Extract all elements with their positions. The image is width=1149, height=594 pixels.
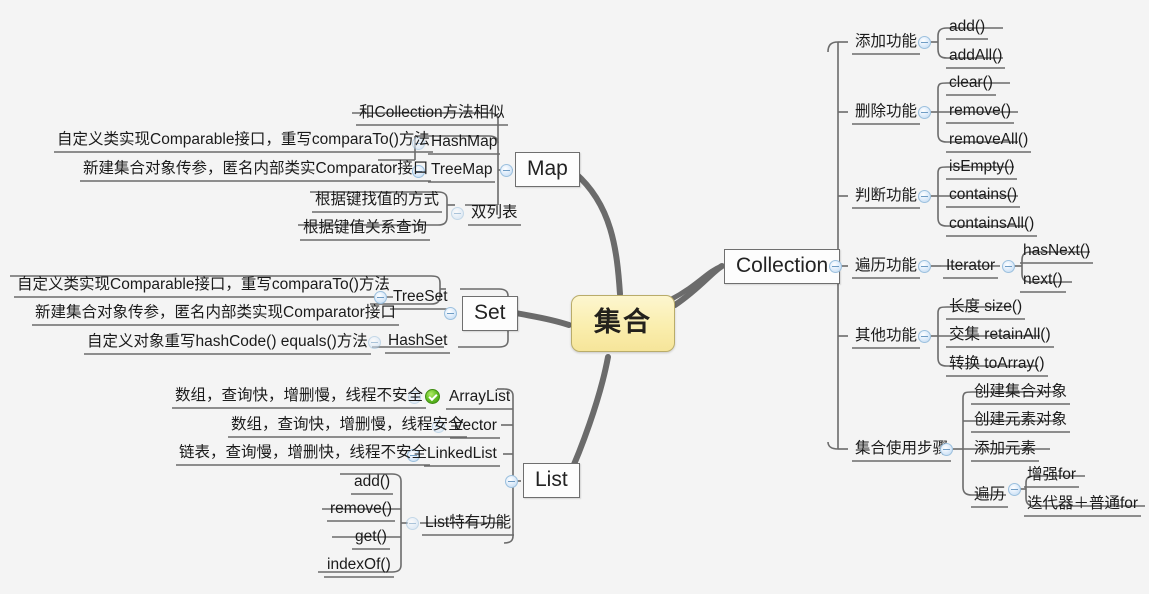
leaf-contains[interactable]: contains() (946, 187, 1020, 206)
leaf-size[interactable]: 长度 size() (946, 299, 1025, 318)
node-hashset[interactable]: HashSet (385, 333, 450, 352)
node-set[interactable]: Set (462, 296, 518, 331)
group-label-iterate[interactable]: 遍历功能 (852, 258, 920, 277)
collapse-icon-set[interactable] (444, 307, 457, 320)
node-list[interactable]: List (523, 463, 580, 498)
group-label-judge[interactable]: 判断功能 (852, 188, 920, 207)
leaf-retain-all[interactable]: 交集 retainAll() (946, 327, 1054, 346)
node-linkedlist[interactable]: LinkedList (424, 446, 500, 465)
leaf-has-next[interactable]: hasNext() (1020, 243, 1093, 262)
central-topic[interactable]: 集合 (571, 295, 675, 352)
group-label-remove[interactable]: 删除功能 (852, 104, 920, 123)
check-icon-arraylist (425, 389, 440, 404)
leaf-remove[interactable]: remove() (946, 103, 1014, 122)
group-label-traverse[interactable]: 遍历 (971, 487, 1008, 506)
group-label-list-special[interactable]: List特有功能 (422, 515, 514, 534)
node-dual-list[interactable]: 双列表 (468, 205, 521, 224)
note-treemap[interactable]: 新建集合对象传参，匿名内部类实Comparator接口 (80, 161, 431, 180)
leaf-contains-all[interactable]: containsAll() (946, 216, 1037, 235)
collapse-icon-judge[interactable] (918, 190, 931, 203)
collapse-icon-iterator[interactable] (1002, 260, 1015, 273)
collapse-icon-steps[interactable] (940, 443, 953, 456)
leaf-remove-all[interactable]: removeAll() (946, 132, 1031, 151)
collapse-icon-traverse[interactable] (1008, 483, 1021, 496)
note-vector[interactable]: 数组，查询快，增删慢，线程安全 (228, 417, 467, 436)
collapse-icon-remove[interactable] (918, 106, 931, 119)
leaf-list-remove[interactable]: remove() (327, 501, 395, 520)
node-iterator[interactable]: Iterator (943, 258, 998, 277)
node-treeset[interactable]: TreeSet (390, 289, 451, 308)
collapse-icon-collection[interactable] (829, 260, 842, 273)
node-hashmap[interactable]: HashMap (428, 134, 500, 153)
leaf-enhanced-for[interactable]: 增强for (1024, 467, 1079, 486)
node-treemap[interactable]: TreeMap (428, 162, 495, 181)
collapse-icon-list[interactable] (505, 475, 518, 488)
node-map[interactable]: Map (515, 152, 580, 187)
leaf-list-index-of[interactable]: indexOf() (324, 557, 394, 576)
node-arraylist[interactable]: ArrayList (446, 389, 513, 408)
node-collection[interactable]: Collection (724, 249, 841, 284)
leaf-is-empty[interactable]: isEmpty() (946, 159, 1017, 178)
leaf-query-key-value[interactable]: 根据键值关系查询 (300, 220, 430, 239)
note-hashmap[interactable]: 自定义类实现Comparable接口，重写comparaTo()方法 (54, 132, 433, 151)
note-arraylist[interactable]: 数组，查询快，增删慢，线程不安全 (172, 388, 426, 407)
leaf-add[interactable]: add() (946, 19, 988, 38)
collapse-icon-iterate[interactable] (918, 260, 931, 273)
leaf-find-by-key[interactable]: 根据键找值的方式 (312, 192, 442, 211)
mind-map-canvas: 集合 Collection 添加功能 add() addAll() 删除功能 c… (0, 0, 1149, 594)
group-label-add[interactable]: 添加功能 (852, 34, 920, 53)
group-label-steps[interactable]: 集合使用步骤 (852, 441, 951, 460)
collapse-icon-list-special[interactable] (406, 517, 419, 530)
leaf-create-collection[interactable]: 创建集合对象 (971, 384, 1070, 403)
group-label-other[interactable]: 其他功能 (852, 328, 920, 347)
leaf-next[interactable]: next() (1020, 272, 1066, 291)
leaf-map-top-note[interactable]: 和Collection方法相似 (356, 105, 508, 124)
leaf-create-element[interactable]: 创建元素对象 (971, 412, 1070, 431)
leaf-clear[interactable]: clear() (946, 75, 996, 94)
note-treeset-comparable[interactable]: 自定义类实现Comparable接口，重写comparaTo()方法 (14, 277, 393, 296)
collapse-icon-other[interactable] (918, 330, 931, 343)
collapse-icon-map[interactable] (500, 164, 513, 177)
note-hashset[interactable]: 自定义对象重写hashCode() equals()方法 (84, 334, 371, 353)
collapse-icon-add[interactable] (918, 36, 931, 49)
leaf-list-add[interactable]: add() (351, 474, 393, 493)
leaf-to-array[interactable]: 转换 toArray() (946, 356, 1048, 375)
collapse-icon-dual-list[interactable] (451, 207, 464, 220)
leaf-iterator-for[interactable]: 迭代器＋普通for (1024, 496, 1141, 515)
note-treeset-comparator[interactable]: 新建集合对象传参，匿名内部类实现Comparator接口 (32, 305, 399, 324)
leaf-add-element[interactable]: 添加元素 (971, 441, 1039, 460)
note-linkedlist[interactable]: 链表，查询慢，增删快，线程不安全 (176, 445, 430, 464)
leaf-list-get[interactable]: get() (352, 529, 390, 548)
leaf-add-all[interactable]: addAll() (946, 48, 1005, 67)
